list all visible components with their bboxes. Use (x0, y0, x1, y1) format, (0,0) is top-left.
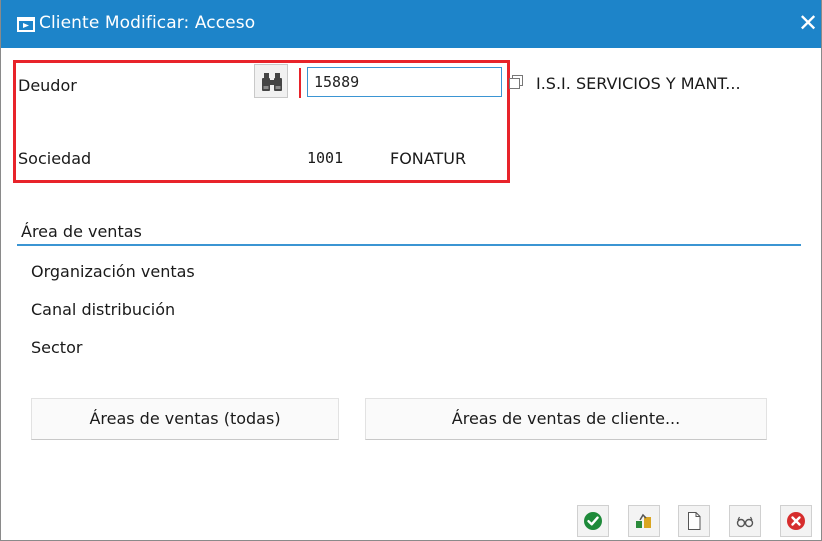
close-button[interactable]: ✕ (796, 10, 820, 36)
sales-organization-label: Organización ventas (31, 262, 195, 281)
fetch-button[interactable] (628, 505, 660, 537)
new-button[interactable] (678, 505, 710, 537)
new-document-icon (688, 512, 701, 530)
sector-label: Sector (31, 338, 83, 357)
check-icon (584, 512, 602, 530)
cancel-icon (787, 512, 805, 530)
matchcode-icon[interactable] (508, 74, 524, 90)
sociedad-name: FONATUR (390, 149, 467, 168)
deudor-input[interactable] (307, 67, 502, 97)
all-sales-areas-button[interactable]: Áreas de ventas (todas) (31, 398, 339, 440)
dialog-window: Cliente Modificar: Acceso ✕ Deudor I.S.I… (0, 0, 822, 541)
section-divider (17, 244, 801, 246)
title-bar[interactable]: Cliente Modificar: Acceso ✕ (1, 0, 821, 48)
client-sales-areas-button[interactable]: Áreas de ventas de cliente... (365, 398, 767, 440)
close-icon: ✕ (797, 9, 819, 37)
sales-area-title: Área de ventas (21, 222, 142, 241)
binoculars-icon (262, 73, 282, 91)
deudor-name: I.S.I. SERVICIOS Y MANT... (536, 74, 741, 93)
window-icon (17, 17, 35, 32)
sociedad-label: Sociedad (18, 149, 92, 168)
required-marker (299, 68, 305, 98)
cancel-button[interactable] (780, 505, 812, 537)
display-button[interactable] (729, 505, 761, 537)
distribution-channel-label: Canal distribución (31, 300, 176, 319)
deudor-label: Deudor (18, 76, 77, 95)
search-button[interactable] (254, 64, 288, 98)
window-title: Cliente Modificar: Acceso (39, 13, 256, 33)
confirm-button[interactable] (577, 505, 609, 537)
sociedad-code: 1001 (307, 149, 344, 167)
glasses-icon (736, 516, 754, 528)
fetch-icon (636, 513, 651, 528)
